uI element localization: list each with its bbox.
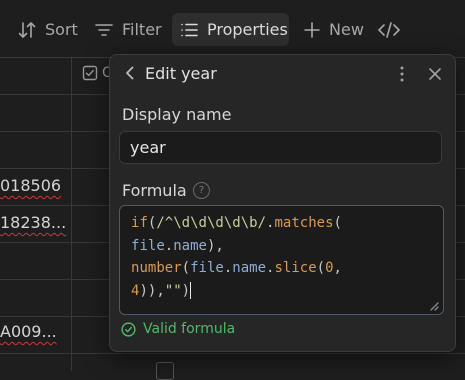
display-name-label: Display name [122, 105, 232, 124]
sort-button[interactable]: Sort [17, 13, 78, 46]
row-checkbox[interactable] [156, 362, 174, 380]
properties-button[interactable]: Properties [172, 13, 289, 46]
table-cell[interactable]: A009... [0, 322, 57, 341]
column-divider [71, 57, 72, 371]
popover-title: Edit year [145, 64, 217, 83]
checkbox-column-icon [82, 65, 98, 81]
new-label: New [329, 20, 364, 39]
new-button[interactable]: New [303, 13, 364, 46]
validation-status: Valid formula [121, 321, 235, 337]
filter-button[interactable]: Filter [94, 13, 162, 46]
formula-editor[interactable]: if(/^\d\d\d\d\b/.matches( file.name), nu… [119, 205, 444, 315]
code-icon [378, 21, 400, 38]
properties-label: Properties [207, 20, 288, 39]
display-name-input[interactable]: year [119, 131, 442, 164]
formula-code: if(/^\d\d\d\d\b/.matches( file.name), nu… [131, 215, 342, 299]
table-cell[interactable]: 018506 [0, 176, 61, 195]
grid-line [0, 353, 465, 354]
more-options-button[interactable] [394, 65, 410, 83]
help-icon[interactable]: ? [193, 182, 210, 199]
sort-icon [18, 21, 36, 38]
close-icon [429, 68, 441, 80]
back-button[interactable] [122, 65, 138, 81]
plus-icon [304, 21, 320, 38]
code-view-button[interactable] [377, 13, 401, 46]
filter-lines-icon [95, 23, 113, 36]
text-caret [190, 282, 192, 299]
edit-property-popover: Edit year Display name year Formula ? if… [109, 54, 456, 352]
resize-handle-icon[interactable] [430, 302, 439, 311]
check-circle-icon [121, 321, 136, 337]
filter-label: Filter [122, 20, 162, 39]
view-toolbar: Sort Filter Properties New [0, 0, 465, 58]
list-icon [181, 23, 198, 36]
validation-text: Valid formula [143, 321, 236, 337]
table-cell[interactable]: 18238... [0, 213, 66, 232]
close-button[interactable] [427, 65, 443, 83]
formula-label: Formula [122, 181, 187, 200]
chevron-left-icon [126, 66, 134, 80]
sort-label: Sort [45, 20, 78, 39]
vertical-dots-icon [400, 66, 404, 82]
